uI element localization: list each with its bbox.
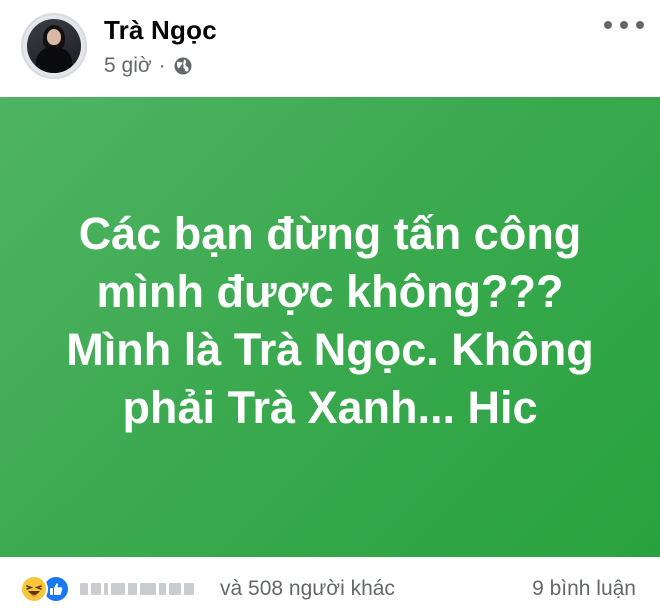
post-meta: 5 giờ ·: [104, 53, 193, 79]
blur-block: [169, 583, 181, 595]
haha-icon: [20, 575, 48, 603]
blur-block: [140, 583, 156, 595]
post-text-line: mình được không???: [96, 266, 564, 317]
post-text-line: Các bạn đừng tấn công: [78, 208, 582, 259]
more-dot: [620, 21, 628, 29]
post-text: Các bạn đừng tấn công mình được không???…: [30, 205, 630, 437]
post-footer: và 508 người khác 9 bình luận: [0, 557, 660, 613]
blur-block: [80, 583, 88, 595]
post-content-card: Các bạn đừng tấn công mình được không???…: [0, 97, 660, 557]
author-avatar[interactable]: [21, 13, 87, 79]
globe-icon[interactable]: [173, 56, 193, 76]
post-text-line: Mình là Trà Ngọc. Không: [66, 324, 594, 375]
avatar-photo: [27, 19, 81, 73]
blur-block: [111, 583, 125, 595]
avatar-body: [36, 47, 72, 73]
more-dot: [604, 21, 612, 29]
avatar-face: [47, 29, 61, 45]
post-header: Trà Ngọc 5 giờ ·: [0, 0, 660, 97]
meta-separator: ·: [158, 54, 166, 77]
reaction-count: và 508 người khác: [220, 577, 395, 600]
post-timestamp[interactable]: 5 giờ: [104, 54, 152, 78]
post-text-line: phải Trà Xanh... Hic: [122, 382, 538, 433]
blurred-reactor-names: [80, 578, 212, 600]
blur-block: [104, 583, 108, 595]
comment-count-link[interactable]: 9 bình luận: [532, 577, 636, 601]
author-name[interactable]: Trà Ngọc: [104, 15, 217, 46]
blur-block: [184, 583, 194, 595]
blur-block: [128, 583, 137, 595]
more-options-icon[interactable]: [604, 14, 644, 36]
blur-block: [91, 583, 101, 595]
blur-block: [159, 583, 166, 595]
reactions-summary[interactable]: và 508 người khác: [20, 574, 395, 604]
facebook-post: Trà Ngọc 5 giờ · Các bạn đừng tấn công m…: [0, 0, 660, 613]
more-dot: [636, 21, 644, 29]
